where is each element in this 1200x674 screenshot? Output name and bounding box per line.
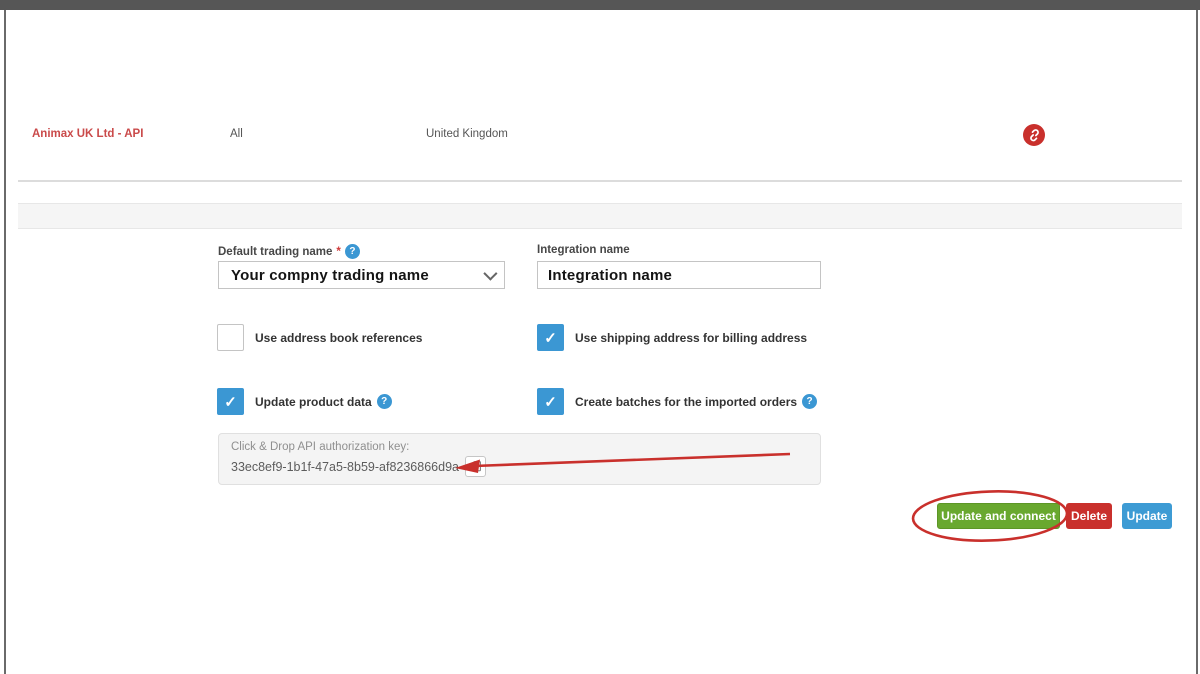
create-batches-label-text: Create batches for the imported orders [575, 395, 797, 409]
update-button[interactable]: Update [1122, 503, 1172, 529]
chevron-down-icon [483, 267, 497, 281]
required-asterisk: * [336, 246, 340, 258]
integration-name-link[interactable]: Animax UK Ltd - API [32, 128, 143, 140]
shipping-billing-checkbox[interactable]: ✓ [537, 324, 564, 351]
integration-name-input[interactable] [537, 261, 821, 289]
broken-link-glyph [1028, 129, 1041, 142]
integration-name-label-text: Integration name [537, 244, 630, 256]
settings-panel-header-band [18, 203, 1182, 229]
checkbox-row-shipping-billing: ✓ Use shipping address for billing addre… [537, 324, 807, 351]
create-batches-checkbox[interactable]: ✓ [537, 388, 564, 415]
update-product-data-checkbox[interactable]: ✓ [217, 388, 244, 415]
window-frame-left-edge [4, 10, 6, 674]
section-divider [18, 180, 1182, 182]
update-product-data-checkbox-label: Update product data ? [255, 394, 392, 409]
address-book-checkbox-label: Use address book references [255, 331, 422, 345]
window-frame-right-edge [1196, 10, 1198, 674]
address-book-checkbox[interactable]: ✓ [217, 324, 244, 351]
window-frame-top-bar [0, 0, 1200, 10]
selected-trading-name: Your compny trading name [231, 267, 429, 284]
click-and-drop-integration-settings-page: Animax UK Ltd - API All United Kingdom D… [0, 0, 1200, 674]
api-key-panel: Click & Drop API authorization key: 33ec… [218, 433, 821, 485]
checkbox-row-address-book: ✓ Use address book references [217, 324, 422, 351]
trading-name-help-icon[interactable]: ? [345, 244, 360, 259]
copy-api-key-button[interactable] [465, 456, 486, 477]
integration-country-cell: United Kingdom [426, 128, 508, 140]
update-product-data-help-icon[interactable]: ? [377, 394, 392, 409]
create-batches-checkbox-label: Create batches for the imported orders ? [575, 394, 817, 409]
default-trading-name-label-text: Default trading name [218, 246, 332, 258]
api-key-value: 33ec8ef9-1b1f-47a5-8b59-af8236866d9a [231, 460, 459, 474]
integration-name-label: Integration name [537, 244, 630, 256]
default-trading-name-label: Default trading name * ? [218, 244, 360, 259]
integration-channel-cell: All [230, 128, 243, 140]
create-batches-help-icon[interactable]: ? [802, 394, 817, 409]
update-product-data-label-text: Update product data [255, 395, 372, 409]
broken-link-icon[interactable] [1023, 124, 1045, 146]
update-and-connect-button[interactable]: Update and connect [937, 503, 1060, 529]
copy-icon [469, 460, 482, 473]
default-trading-name-select[interactable]: Your compny trading name [218, 261, 505, 289]
api-key-label: Click & Drop API authorization key: [231, 441, 808, 453]
shipping-billing-checkbox-label: Use shipping address for billing address [575, 331, 807, 345]
checkbox-row-create-batches: ✓ Create batches for the imported orders… [537, 388, 817, 415]
checkbox-row-update-product-data: ✓ Update product data ? [217, 388, 392, 415]
delete-button[interactable]: Delete [1066, 503, 1112, 529]
